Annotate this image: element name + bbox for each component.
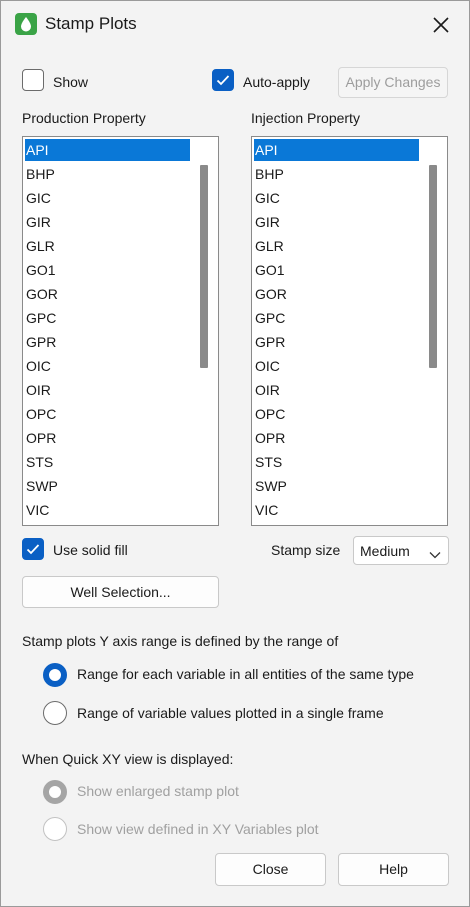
production-property-list[interactable]: API BHP GIC GIR GLR GO1 GOR GPC GPR OIC OIR OPC OPR S… bbox=[22, 136, 219, 526]
production-list-item[interactable]: BHP bbox=[25, 163, 190, 185]
help-button[interactable]: Help bbox=[338, 853, 449, 886]
stamp-size-label: Stamp size bbox=[271, 542, 341, 558]
production-list-scrollbar[interactable] bbox=[200, 165, 208, 368]
production-list-item[interactable]: STS bbox=[25, 451, 190, 473]
injection-list-item[interactable]: VIC bbox=[254, 499, 419, 521]
quick-xy-enlarged-label: Show enlarged stamp plot bbox=[77, 783, 239, 799]
injection-list-item[interactable]: GOR bbox=[254, 283, 419, 305]
chevron-down-icon bbox=[429, 546, 441, 562]
production-list-item[interactable]: OPR bbox=[25, 427, 190, 449]
injection-list-item[interactable]: BHP bbox=[254, 163, 419, 185]
production-list-item[interactable]: API bbox=[25, 139, 190, 161]
apply-changes-button[interactable]: Apply Changes bbox=[338, 67, 448, 98]
injection-list-item[interactable]: SWP bbox=[254, 475, 419, 497]
y-axis-option-same-type-radio[interactable] bbox=[43, 663, 67, 687]
y-axis-option-single-frame-label: Range of variable values plotted in a si… bbox=[77, 705, 384, 721]
checkmark-icon bbox=[26, 544, 40, 555]
injection-list-item[interactable]: GPC bbox=[254, 307, 419, 329]
quick-xy-enlarged-radio[interactable] bbox=[43, 780, 67, 804]
y-axis-option-single-frame-radio[interactable] bbox=[43, 701, 67, 725]
auto-apply-checkbox[interactable] bbox=[212, 69, 234, 91]
quick-xy-xy-variables-label: Show view defined in XY Variables plot bbox=[77, 821, 319, 837]
production-list-item[interactable]: GO1 bbox=[25, 259, 190, 281]
well-selection-button[interactable]: Well Selection... bbox=[22, 576, 219, 608]
solid-fill-label: Use solid fill bbox=[53, 542, 128, 558]
injection-list-item[interactable]: GPR bbox=[254, 331, 419, 353]
auto-apply-label: Auto-apply bbox=[243, 74, 310, 90]
droplet-app-icon bbox=[15, 13, 37, 35]
production-list-item[interactable]: GIC bbox=[25, 187, 190, 209]
stamp-plots-dialog: Stamp Plots Show Auto-apply Apply Change… bbox=[0, 0, 470, 907]
production-list-item[interactable]: GIR bbox=[25, 211, 190, 233]
production-list-item[interactable]: SWP bbox=[25, 475, 190, 497]
title-bar: Stamp Plots bbox=[1, 1, 469, 49]
injection-list-item[interactable]: GIR bbox=[254, 211, 419, 233]
show-checkbox[interactable] bbox=[22, 69, 44, 91]
stamp-size-value: Medium bbox=[360, 543, 410, 559]
injection-list-item[interactable]: GLR bbox=[254, 235, 419, 257]
close-button[interactable]: Close bbox=[215, 853, 326, 886]
quick-xy-heading: When Quick XY view is displayed: bbox=[22, 751, 234, 767]
production-list-item[interactable]: GOR bbox=[25, 283, 190, 305]
production-list-item[interactable]: GPC bbox=[25, 307, 190, 329]
injection-list-item[interactable]: GIC bbox=[254, 187, 419, 209]
injection-list-item[interactable]: OPR bbox=[254, 427, 419, 449]
production-property-label: Production Property bbox=[22, 110, 146, 126]
window-title: Stamp Plots bbox=[45, 14, 137, 33]
production-list-item[interactable]: GPR bbox=[25, 331, 190, 353]
stamp-size-select[interactable]: Medium bbox=[353, 536, 449, 565]
production-list-item[interactable]: OIC bbox=[25, 355, 190, 377]
injection-list-item[interactable]: OIC bbox=[254, 355, 419, 377]
injection-property-label: Injection Property bbox=[251, 110, 360, 126]
injection-list-item[interactable]: STS bbox=[254, 451, 419, 473]
injection-list-scrollbar[interactable] bbox=[429, 165, 437, 368]
injection-list-item[interactable]: OPC bbox=[254, 403, 419, 425]
production-list-item[interactable]: OPC bbox=[25, 403, 190, 425]
y-axis-option-same-type-label: Range for each variable in all entities … bbox=[77, 666, 414, 682]
solid-fill-checkbox[interactable] bbox=[22, 538, 44, 560]
injection-property-list[interactable]: API BHP GIC GIR GLR GO1 GOR GPC GPR OIC OIR OPC OPR S… bbox=[251, 136, 448, 526]
y-axis-range-heading: Stamp plots Y axis range is defined by t… bbox=[22, 633, 339, 649]
injection-list-item[interactable]: OIR bbox=[254, 379, 419, 401]
close-window-icon[interactable] bbox=[427, 11, 455, 39]
injection-list-item[interactable]: GO1 bbox=[254, 259, 419, 281]
show-label: Show bbox=[53, 74, 89, 90]
checkmark-icon bbox=[216, 75, 230, 86]
injection-list-item[interactable]: API bbox=[254, 139, 419, 161]
production-list-item[interactable]: VIC bbox=[25, 499, 190, 521]
quick-xy-xy-variables-radio[interactable] bbox=[43, 817, 67, 841]
production-list-item[interactable]: OIR bbox=[25, 379, 190, 401]
production-list-item[interactable]: GLR bbox=[25, 235, 190, 257]
